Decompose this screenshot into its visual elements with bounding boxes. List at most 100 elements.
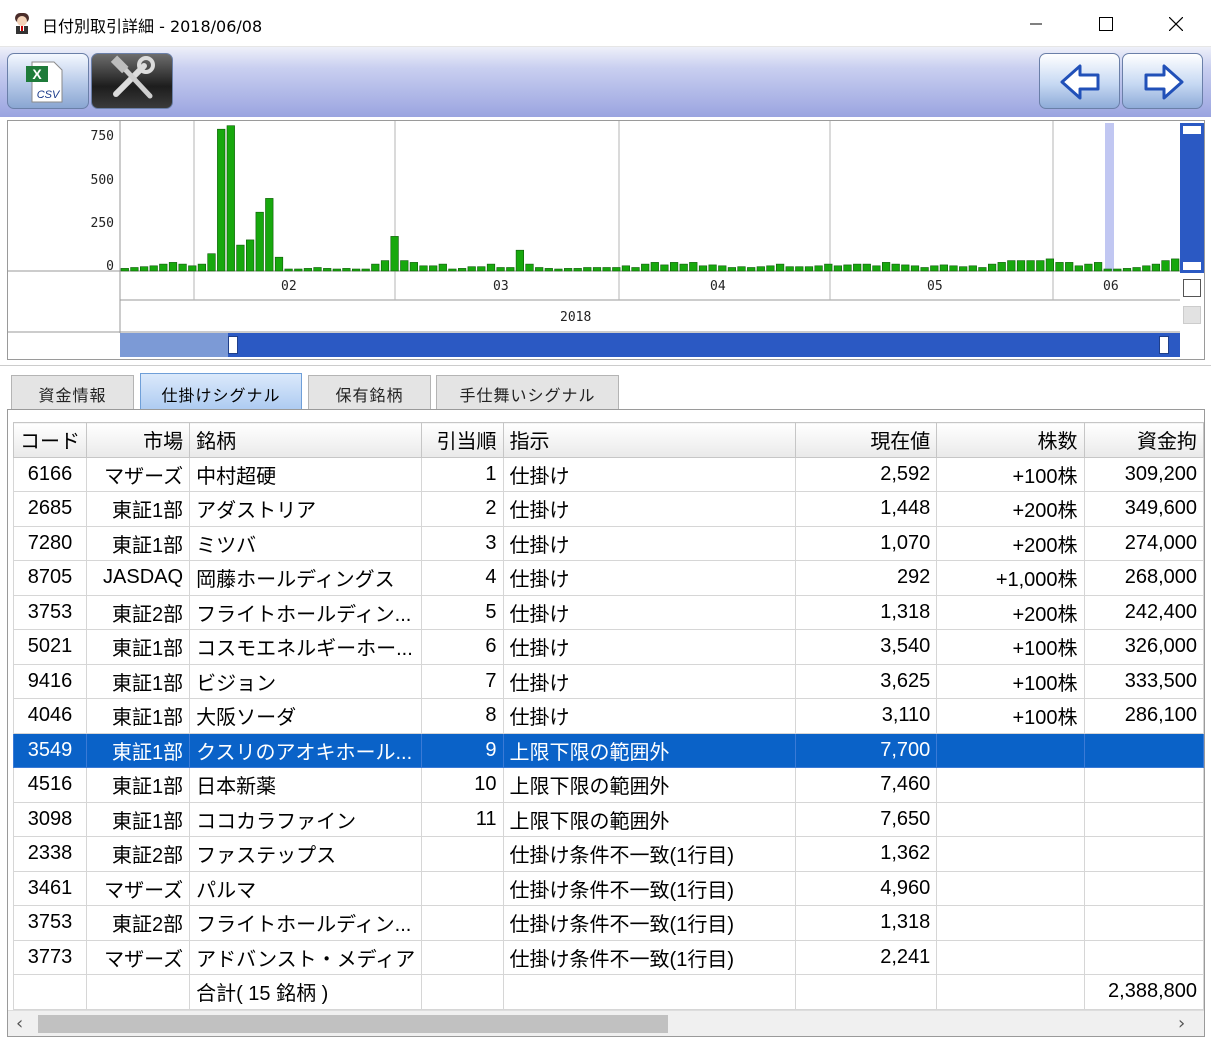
range-end-handle[interactable] — [1159, 336, 1169, 354]
chart-vertical-scrollbar[interactable] — [1180, 123, 1204, 273]
cell-market: 東証1部 — [85, 698, 191, 734]
tab-entry-signal[interactable]: 仕掛けシグナル — [140, 373, 302, 413]
tab-holdings[interactable]: 保有銘柄 — [308, 375, 431, 411]
tab-fund-info[interactable]: 資金情報 — [11, 375, 134, 411]
cell-code: 2338 — [13, 836, 87, 872]
header-market[interactable]: 市場 — [85, 422, 191, 458]
table-row[interactable]: 6166 マザーズ 中村超硬 1 仕掛け 2,592 +100株 309,200 — [13, 456, 1204, 492]
cell-priority — [421, 905, 504, 941]
table-row[interactable]: 3461 マザーズ パルマ 仕掛け条件不一致(1行目) 4,960 — [13, 870, 1204, 906]
scroll-left-icon[interactable]: ‹ — [16, 1013, 23, 1034]
volume-bar — [467, 266, 476, 272]
table-row[interactable]: 3753 東証2部 フライトホールディン... 5 仕掛け 1,318 +200株 242,4… — [13, 594, 1204, 630]
table-row[interactable]: 7280 東証1部 ミツバ 3 仕掛け 1,070 +200株 274,000 — [13, 525, 1204, 561]
cell-market: マザーズ — [85, 939, 191, 975]
table-scroll-thumb[interactable] — [38, 1015, 668, 1033]
cell-priority: 7 — [421, 663, 504, 699]
previous-date-button[interactable] — [1039, 53, 1120, 109]
next-date-button[interactable] — [1122, 53, 1203, 109]
header-stock[interactable]: 銘柄 — [189, 422, 423, 458]
vscroll-bottom-handle[interactable] — [1183, 262, 1201, 270]
volume-bar — [120, 268, 129, 272]
volume-bar — [1074, 265, 1083, 272]
csv-export-button[interactable]: X CSV — [7, 53, 89, 109]
table-total-row[interactable]: 合計( 15 銘柄 ) 2,388,800 — [13, 974, 1204, 1010]
cell-market: 東証2部 — [85, 905, 191, 941]
table-row[interactable]: 2685 東証1部 アダストリア 2 仕掛け 1,448 +200株 349,600 — [13, 491, 1204, 527]
chart-option-checkbox[interactable] — [1183, 279, 1201, 297]
table-row[interactable]: 3753 東証2部 フライトホールディン... 仕掛け条件不一致(1行目) 1,318 — [13, 905, 1204, 941]
scroll-right-icon[interactable]: › — [1178, 1013, 1185, 1034]
volume-chart: 750 500 250 0 02 03 04 05 06 2018 — [7, 120, 1205, 360]
cell-code: 9416 — [13, 663, 87, 699]
cell-stock: 中村超硬 — [189, 456, 423, 492]
cell-price: 7,700 — [794, 732, 938, 768]
x-tick-label: 06 — [1103, 279, 1119, 294]
cell-priority: 5 — [421, 594, 504, 630]
cell-instruction: 仕掛け — [502, 629, 796, 665]
volume-bar — [496, 267, 505, 272]
cell-stock: 大阪ソーダ — [189, 698, 423, 734]
header-shares[interactable]: 株数 — [936, 422, 1085, 458]
table-row[interactable]: 2338 東証2部 ファステップス 仕掛け条件不一致(1行目) 1,362 — [13, 836, 1204, 872]
range-scrollbar-unselected[interactable] — [120, 333, 228, 357]
volume-bar — [698, 265, 708, 272]
cell-instruction: 上限下限の範囲外 — [502, 767, 796, 803]
table-row[interactable]: 3773 マザーズ アドバンスト・メディア 仕掛け条件不一致(1行目) 2,241 — [13, 939, 1204, 975]
cell-shares: +100株 — [936, 456, 1085, 492]
volume-bar — [226, 125, 235, 272]
range-start-handle[interactable] — [228, 336, 238, 354]
vscroll-top-handle[interactable] — [1183, 126, 1201, 134]
maximize-button[interactable] — [1071, 0, 1141, 47]
header-priority[interactable]: 引当順 — [421, 422, 504, 458]
volume-bar — [400, 260, 409, 272]
settings-button[interactable] — [91, 53, 173, 109]
y-tick-label: 500 — [90, 172, 114, 188]
cell-code: 3773 — [13, 939, 87, 975]
app-icon — [15, 13, 29, 34]
table-row[interactable]: 8705 JASDAQ 岡藤ホールディングス 4 仕掛け 292 +1,000株 268,00… — [13, 560, 1204, 596]
signal-table: コード 市場 銘柄 引当順 指示 現在値 株数 資金拘 6166 マザーズ 中村超硬… — [13, 422, 1204, 1010]
cell-price: 1,318 — [794, 594, 938, 630]
table-row[interactable]: 5021 東証1部 コスモエネルギーホー... 6 仕掛け 3,540 +100株 326,0… — [13, 629, 1204, 665]
table-row[interactable]: 9416 東証1部 ビジョン 7 仕掛け 3,625 +100株 333,500 — [13, 663, 1204, 699]
volume-bar — [140, 266, 149, 272]
wrench-hammer-icon — [110, 55, 155, 99]
volume-bar — [997, 262, 1006, 272]
cell-price: 7,650 — [794, 801, 938, 837]
header-instruction[interactable]: 指示 — [502, 422, 796, 458]
x-tick-label: 03 — [493, 279, 509, 294]
table-row[interactable]: 3098 東証1部 ココカラファイン 11 上限下限の範囲外 7,650 — [13, 801, 1204, 837]
volume-bar — [1036, 260, 1045, 272]
cell-stock: コスモエネルギーホー... — [189, 629, 423, 665]
cell-shares — [936, 939, 1085, 975]
volume-bar — [1122, 268, 1132, 272]
header-price[interactable]: 現在値 — [794, 422, 938, 458]
minimize-button[interactable] — [1001, 0, 1071, 47]
cell-instruction: 上限下限の範囲外 — [502, 801, 796, 837]
x-axis-year: 2018 — [560, 310, 592, 325]
cell-priority — [421, 974, 504, 1010]
cell-shares — [936, 836, 1085, 872]
volume-bar — [1084, 263, 1093, 272]
table-row[interactable]: 3549 東証1部 クスリのアオキホール... 9 上限下限の範囲外 7,700 — [13, 732, 1204, 768]
table-row[interactable]: 4516 東証1部 日本新薬 10 上限下限の範囲外 7,460 — [13, 767, 1204, 803]
header-capital[interactable]: 資金拘 — [1083, 422, 1204, 458]
table-row[interactable]: 4046 東証1部 大阪ソーダ 8 仕掛け 3,110 +100株 286,100 — [13, 698, 1204, 734]
volume-bar — [959, 266, 968, 272]
cell-price: 3,540 — [794, 629, 938, 665]
cell-capital — [1083, 939, 1204, 975]
table-horizontal-scrollbar[interactable]: ‹ › — [8, 1010, 1204, 1036]
volume-bar — [814, 265, 823, 272]
volume-bar — [448, 268, 457, 272]
cell-market — [85, 974, 191, 1010]
svg-text:X: X — [32, 66, 42, 82]
chart-range-scrollbar[interactable] — [120, 333, 1180, 357]
close-button[interactable] — [1141, 0, 1211, 47]
cell-market: 東証2部 — [85, 594, 191, 630]
volume-bar — [274, 256, 284, 272]
tab-exit-signal[interactable]: 手仕舞いシグナル — [436, 375, 619, 411]
volume-bar — [544, 268, 553, 272]
cell-price: 1,070 — [794, 525, 938, 561]
header-code[interactable]: コード — [13, 422, 87, 458]
